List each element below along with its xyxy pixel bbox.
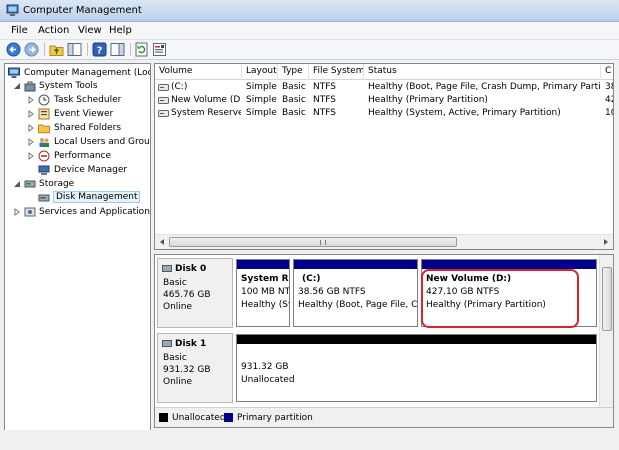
expand-arrow-icon[interactable] bbox=[27, 124, 35, 132]
disk-icon bbox=[162, 265, 172, 272]
tree-item-event-viewer[interactable]: Event Viewer bbox=[27, 108, 150, 121]
forward-arrow-icon[interactable] bbox=[24, 42, 39, 57]
storage-icon bbox=[24, 180, 36, 188]
tree-item-disk-management[interactable]: Disk Management bbox=[38, 191, 150, 205]
tree-item-local-users-and-groups[interactable]: Local Users and Groups bbox=[27, 136, 150, 149]
title-bar: Computer Management bbox=[0, 0, 619, 22]
legend-primary-partition: Primary partition bbox=[237, 413, 313, 423]
tree-item-computer-management[interactable]: Computer Management (Local bbox=[8, 67, 150, 80]
up-folder-icon[interactable] bbox=[49, 42, 64, 57]
collapse-arrow-icon[interactable] bbox=[13, 82, 21, 90]
expand-arrow-icon[interactable] bbox=[27, 138, 35, 146]
action-pane-icon[interactable] bbox=[110, 42, 125, 57]
computer-management-icon bbox=[6, 4, 19, 16]
event-viewer-icon bbox=[38, 108, 50, 120]
partition-c[interactable]: (C:) 38.56 GB NTFS Healthy (Boot, Page F… bbox=[293, 259, 418, 327]
volume-disk-icon bbox=[158, 110, 169, 117]
disk-1-label[interactable]: Disk 1 Basic 931.32 GB Online bbox=[157, 333, 233, 403]
folder-icon bbox=[38, 124, 50, 134]
toolbar-separator bbox=[44, 43, 45, 56]
window-title: Computer Management bbox=[23, 5, 142, 16]
volume-row[interactable]: System Reserved Simple Basic NTFS Health… bbox=[155, 107, 613, 120]
tree-item-shared-folders[interactable]: Shared Folders bbox=[27, 122, 150, 135]
expand-arrow-icon[interactable] bbox=[27, 152, 35, 160]
disk-icon bbox=[162, 340, 172, 347]
expand-arrow-icon[interactable] bbox=[27, 96, 35, 104]
column-header-type[interactable]: Type bbox=[278, 64, 309, 80]
scrollbar-thumb[interactable] bbox=[169, 237, 457, 247]
volume-disk-icon bbox=[158, 97, 169, 104]
expand-arrow-icon[interactable] bbox=[13, 208, 21, 216]
properties-icon[interactable] bbox=[152, 42, 167, 57]
disk-management-icon bbox=[38, 194, 50, 202]
column-header-capacity[interactable]: C bbox=[601, 64, 613, 80]
tree-item-storage[interactable]: Storage bbox=[13, 178, 150, 191]
menu-help[interactable]: Help bbox=[109, 25, 132, 36]
partition-bar bbox=[422, 260, 596, 269]
tree-item-system-tools[interactable]: System Tools bbox=[13, 80, 150, 93]
column-header-volume[interactable]: Volume bbox=[155, 64, 242, 80]
scroll-right-icon[interactable] bbox=[602, 238, 610, 246]
users-icon bbox=[39, 138, 49, 147]
column-header-status[interactable]: Status bbox=[364, 64, 601, 80]
svg-text:?: ? bbox=[97, 46, 103, 57]
menu-file[interactable]: File bbox=[11, 25, 28, 36]
tools-icon bbox=[24, 81, 36, 92]
performance-icon bbox=[38, 150, 50, 162]
partition-bar bbox=[237, 335, 596, 344]
help-icon[interactable]: ? bbox=[92, 42, 107, 57]
tree-item-performance[interactable]: Performance bbox=[27, 150, 150, 163]
partition-unallocated[interactable]: 931.32 GB Unallocated bbox=[236, 334, 597, 402]
legend-swatch-unallocated bbox=[159, 413, 168, 422]
menu-bar: File Action View Help bbox=[0, 22, 619, 40]
menu-view[interactable]: View bbox=[78, 25, 102, 36]
partition-bar bbox=[237, 260, 289, 269]
volume-row[interactable]: (C:) Simple Basic NTFS Healthy (Boot, Pa… bbox=[155, 81, 613, 94]
toolbar-separator bbox=[87, 43, 88, 56]
volume-disk-icon bbox=[158, 84, 169, 91]
toolbar-separator bbox=[130, 43, 131, 56]
volume-list-header: Volume Layout Type File System Status C bbox=[155, 64, 613, 80]
highlight-annotation bbox=[421, 269, 579, 328]
volume-row[interactable]: New Volume (D:) Simple Basic NTFS Health… bbox=[155, 94, 613, 107]
tree-item-device-manager[interactable]: Device Manager bbox=[38, 164, 150, 177]
disk-view-vertical-scrollbar[interactable] bbox=[599, 255, 613, 407]
toolbar: ? bbox=[0, 40, 619, 60]
scrollbar-thumb[interactable] bbox=[602, 267, 612, 331]
volume-list-horizontal-scrollbar[interactable] bbox=[155, 234, 613, 249]
refresh-icon[interactable] bbox=[134, 42, 149, 57]
volume-list: Volume Layout Type File System Status C … bbox=[154, 63, 614, 250]
tree-item-task-scheduler[interactable]: Task Scheduler bbox=[27, 94, 150, 107]
scroll-left-icon[interactable] bbox=[158, 238, 166, 246]
expand-arrow-icon[interactable] bbox=[27, 110, 35, 118]
menu-action[interactable]: Action bbox=[38, 25, 69, 36]
computer-management-icon bbox=[8, 67, 20, 78]
device-manager-icon bbox=[38, 165, 50, 175]
back-arrow-icon[interactable] bbox=[6, 42, 21, 57]
tree-item-services-and-applications[interactable]: Services and Applications bbox=[13, 206, 150, 219]
partition-system-reserved[interactable]: System Re 100 MB NT Healthy (Sy bbox=[236, 259, 290, 327]
partition-bar bbox=[294, 260, 417, 269]
services-icon bbox=[24, 207, 36, 217]
legend-swatch-primary bbox=[224, 413, 233, 422]
column-header-file-system[interactable]: File System bbox=[309, 64, 364, 80]
legend-unallocated: Unallocated bbox=[172, 413, 226, 423]
navigation-tree: Computer Management (Local System Tools … bbox=[4, 63, 151, 447]
clock-icon bbox=[38, 94, 50, 106]
legend: Unallocated Primary partition bbox=[155, 407, 613, 427]
scrollbar-grip-icon bbox=[320, 240, 326, 245]
console-tree-icon[interactable] bbox=[67, 42, 82, 57]
disk-0-label[interactable]: Disk 0 Basic 465.76 GB Online bbox=[157, 258, 233, 328]
status-bar bbox=[0, 430, 619, 450]
column-header-layout[interactable]: Layout bbox=[242, 64, 278, 80]
collapse-arrow-icon[interactable] bbox=[13, 180, 21, 188]
